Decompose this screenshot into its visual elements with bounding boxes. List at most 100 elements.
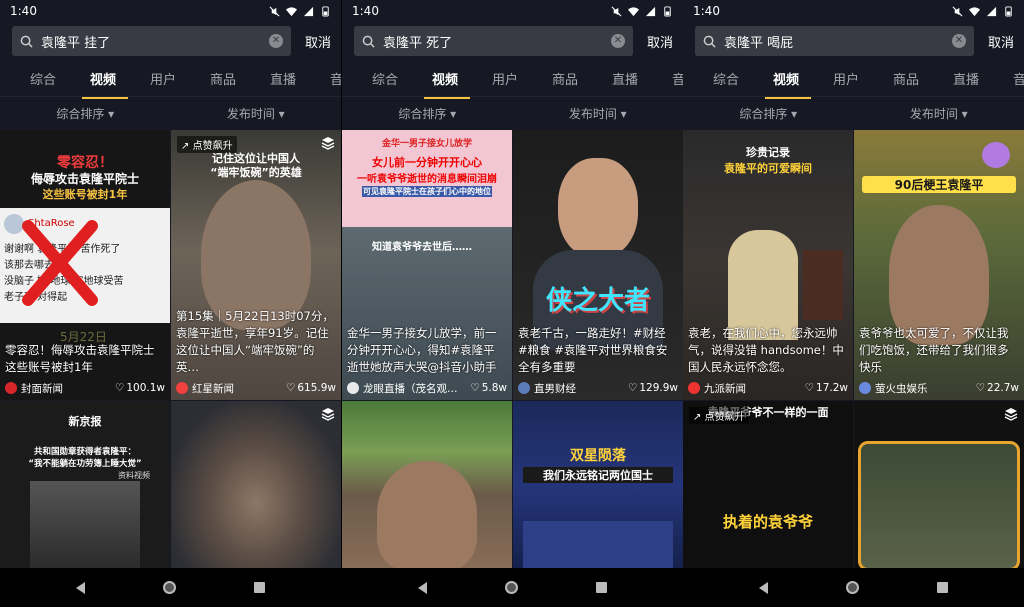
thumb-headline: “端牢饭碗”的英雄: [210, 166, 302, 179]
video-card[interactable]: 袁隆平爷爷不一样的一面 ↗ 点赞飙升 执着的袁爷爷: [683, 401, 853, 568]
portrait-face: [377, 461, 477, 568]
video-card[interactable]: [342, 401, 512, 568]
video-still: [30, 481, 140, 568]
sort-general-dropdown[interactable]: 综合排序 ▾: [683, 105, 854, 122]
search-box[interactable]: 袁隆平 挂了 ✕: [12, 26, 291, 56]
video-card[interactable]: 侠之大者 袁老千古，一路走好！#财经 #粮食 #袁隆平对世界粮食安全有多重要 直…: [513, 130, 683, 400]
thumb-headline: 珍贵记录: [746, 146, 790, 159]
back-icon[interactable]: [759, 581, 768, 594]
search-box[interactable]: 袁隆平 喝屁 ✕: [695, 26, 974, 56]
video-card[interactable]: 双星陨落 我们永远铭记两位国士: [513, 401, 683, 568]
video-grid: 金华一男子接女儿放学 女儿前一分钟开开心心 一听袁爷爷逝世的消息瞬间泪崩 可见袁…: [342, 130, 683, 568]
collection-icon: [321, 137, 335, 150]
tab-products[interactable]: 商品: [879, 69, 939, 88]
sort-time-dropdown[interactable]: 发布时间 ▾: [171, 105, 342, 122]
status-bar: 1:40: [0, 0, 341, 22]
thumb-headline: 执着的袁爷爷: [722, 513, 813, 531]
sort-general-dropdown[interactable]: 综合排序 ▾: [0, 105, 171, 122]
tab-products[interactable]: 商品: [196, 69, 256, 88]
likes: ♡ 615.9w: [286, 382, 336, 394]
status-time: 1:40: [693, 4, 720, 18]
like-count: 17.2w: [816, 382, 848, 394]
search-box[interactable]: 袁隆平 死了 ✕: [354, 26, 633, 56]
sort-time-dropdown[interactable]: 发布时间 ▾: [854, 105, 1024, 122]
sort-time-dropdown[interactable]: 发布时间 ▾: [513, 105, 684, 122]
video-grid: 零容忍！ 侮辱攻击袁隆平院士 这些账号被封1年 ShtaRose 谢谢啊 袁隆平…: [0, 130, 341, 568]
mute-icon: [952, 6, 963, 16]
tab-music[interactable]: 音: [999, 69, 1024, 88]
tab-video[interactable]: 视频: [76, 69, 136, 99]
tab-video[interactable]: 视频: [759, 69, 819, 99]
back-icon[interactable]: [76, 581, 85, 594]
cancel-button[interactable]: 取消: [305, 32, 331, 51]
recents-icon[interactable]: [937, 582, 948, 593]
home-icon[interactable]: [846, 581, 859, 594]
tab-users[interactable]: 用户: [136, 69, 196, 88]
status-bar: 1:40: [683, 0, 1024, 22]
search-input[interactable]: 袁隆平 死了: [383, 32, 603, 51]
author-avatar: [859, 382, 871, 394]
author-name: 封面新闻: [21, 382, 63, 395]
clear-icon[interactable]: ✕: [610, 34, 625, 48]
sort-general-dropdown[interactable]: 综合排序 ▾: [342, 105, 513, 122]
video-caption: 第15集｜5月22日13时07分，袁隆平逝世，享年91岁。记住这位让中国人“端牢…: [176, 309, 334, 374]
thumb-headline: 可见袁隆平院士在孩子们心中的地位: [362, 186, 492, 197]
tab-general[interactable]: 综合: [699, 69, 759, 88]
home-icon[interactable]: [163, 581, 176, 594]
video-grid: 珍贵记录 袁隆平的可爱瞬间 袁老，在我们心中，您永远帅气，说得没错 handso…: [683, 130, 1024, 568]
author-name: 红星新闻: [192, 382, 234, 395]
signal-icon: [645, 6, 656, 16]
video-card[interactable]: 新京报 共和国勋章获得者袁隆平： “我不能躺在功劳簿上睡大觉” 资料视频: [0, 401, 170, 568]
likes: ♡ 22.7w: [976, 382, 1019, 394]
video-card[interactable]: 零容忍！ 侮辱攻击袁隆平院士 这些账号被封1年 ShtaRose 谢谢啊 袁隆平…: [0, 130, 170, 400]
tab-music[interactable]: 音: [316, 69, 341, 88]
heart-icon: ♡: [285, 382, 296, 394]
tab-music[interactable]: 音: [658, 69, 683, 88]
home-icon[interactable]: [505, 581, 518, 594]
tab-live[interactable]: 直播: [939, 69, 999, 88]
author-name: 萤火虫娱乐: [875, 382, 928, 395]
status-icons: [269, 5, 331, 17]
tab-video[interactable]: 视频: [418, 69, 478, 99]
video-meta: 封面新闻 ♡ 100.1w: [5, 380, 165, 396]
search-icon: [362, 35, 375, 48]
video-card[interactable]: ↗ 点赞飙升 记住这位让中国人 “端牢饭碗”的英雄 第15集｜5月22日13时0…: [171, 130, 341, 400]
tab-users[interactable]: 用户: [819, 69, 879, 88]
cancel-button[interactable]: 取消: [647, 32, 673, 51]
video-caption: 袁老千古，一路走好！#财经 #粮食 #袁隆平对世界粮食安全有多重要: [518, 326, 668, 374]
tab-bar: 综合 视频 用户 商品 直播 音: [683, 60, 1024, 99]
heart-icon: ♡: [470, 382, 480, 394]
thumb-headline: 零容忍！: [57, 155, 113, 171]
tab-general[interactable]: 综合: [358, 69, 418, 88]
cancel-button[interactable]: 取消: [988, 32, 1014, 51]
video-card[interactable]: 珍贵记录 袁隆平的可爱瞬间 袁老，在我们心中，您永远帅气，说得没错 handso…: [683, 130, 853, 400]
back-icon[interactable]: [418, 581, 427, 594]
thumb-headline: 双星陨落: [570, 448, 626, 464]
battery-icon: [664, 5, 671, 17]
clear-icon[interactable]: ✕: [951, 34, 966, 48]
search-input[interactable]: 袁隆平 挂了: [41, 32, 261, 51]
tab-users[interactable]: 用户: [478, 69, 538, 88]
red-x-mark: [22, 220, 98, 306]
recents-icon[interactable]: [596, 582, 607, 593]
tab-live[interactable]: 直播: [598, 69, 658, 88]
tab-general[interactable]: 综合: [16, 69, 76, 88]
portrait-face: [889, 205, 989, 345]
video-card[interactable]: 90后梗王袁隆平 袁爷爷也太可爱了，不仅让我们吃饱饭，还带给了我们很多快乐 萤火…: [854, 130, 1024, 400]
thumb-headline: 一听袁爷爷逝世的消息瞬间泪崩: [357, 174, 497, 185]
tab-products[interactable]: 商品: [538, 69, 598, 88]
heart-icon: ♡: [804, 382, 815, 394]
video-card[interactable]: 金华一男子接女儿放学 女儿前一分钟开开心心 一听袁爷爷逝世的消息瞬间泪崩 可见袁…: [342, 130, 512, 400]
likes: ♡ 17.2w: [805, 382, 848, 394]
recents-icon[interactable]: [254, 582, 265, 593]
search-input[interactable]: 袁隆平 喝屁: [724, 32, 944, 51]
tab-live[interactable]: 直播: [256, 69, 316, 88]
author-avatar: [347, 382, 359, 394]
clear-icon[interactable]: ✕: [268, 34, 283, 48]
video-card[interactable]: [854, 401, 1024, 568]
tab-bar: 综合 视频 用户 商品 直播 音: [342, 60, 683, 99]
heart-icon: ♡: [627, 382, 638, 394]
search-icon: [703, 35, 716, 48]
video-caption: 金华一男子接女儿放学，前一分钟开开心心，得知#袁隆平 逝世她放声大哭@抖音小助手: [347, 326, 497, 374]
video-card[interactable]: [171, 401, 341, 568]
